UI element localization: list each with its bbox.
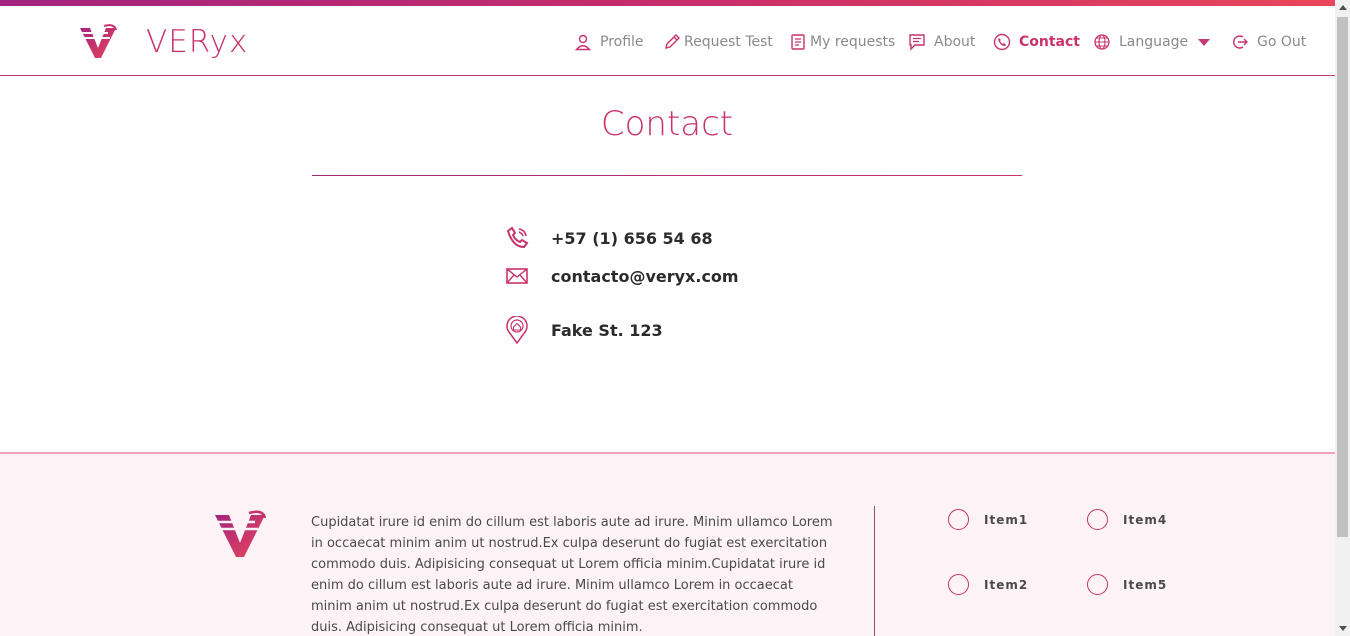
nav-profile-label: Profile <box>600 34 644 50</box>
footer-item-4[interactable]: Item4 <box>1087 509 1167 530</box>
footer-item-label: Item1 <box>984 512 1029 527</box>
nav-go-out[interactable]: Go Out <box>1231 30 1306 54</box>
pencil-icon <box>665 34 680 49</box>
contact-email: contacto@veryx.com <box>505 264 739 288</box>
chat-icon <box>909 34 925 51</box>
nav-language[interactable]: Language <box>1093 30 1211 54</box>
scrollbar-thumb[interactable] <box>1337 17 1348 537</box>
nav-contact-label: Contact <box>1019 34 1080 50</box>
nav-request-test-label: Request Test <box>684 34 773 50</box>
contact-address: Fake St. 123 <box>505 316 663 344</box>
vertical-scrollbar[interactable] <box>1335 0 1350 636</box>
logout-icon <box>1233 35 1248 49</box>
circle-icon <box>1087 574 1108 595</box>
globe-icon <box>1094 34 1110 50</box>
mail-icon <box>506 268 528 284</box>
contact-phone-text[interactable]: +57 (1) 656 54 68 <box>551 229 713 248</box>
veryx-logo-icon <box>215 510 267 557</box>
nav-about-label: About <box>934 34 976 50</box>
phone-icon <box>993 33 1011 51</box>
nav-profile[interactable]: Profile <box>574 30 644 54</box>
footer: Cupidatat irure id enim do cillum est la… <box>0 452 1335 636</box>
nav-about[interactable]: About <box>908 30 975 54</box>
footer-item-label: Item4 <box>1123 512 1168 527</box>
circle-icon <box>948 574 969 595</box>
title-divider <box>312 175 1022 176</box>
phone-icon <box>506 226 529 249</box>
footer-item-1[interactable]: Item1 <box>948 509 1028 530</box>
contact-phone: +57 (1) 656 54 68 <box>505 226 713 250</box>
nav-language-label: Language <box>1119 34 1189 50</box>
page-title: Contact <box>600 104 734 144</box>
circle-icon <box>1087 509 1108 530</box>
veryx-logo-icon[interactable] <box>78 24 118 60</box>
nav-request-test[interactable]: Request Test <box>663 30 773 54</box>
contact-email-text[interactable]: contacto@veryx.com <box>551 267 739 286</box>
scroll-up-icon[interactable] <box>1339 5 1347 10</box>
header: VERyx Profile Request Test My requests A… <box>0 6 1335 76</box>
brand-name[interactable]: VERyx <box>146 24 248 60</box>
location-icon <box>506 316 528 344</box>
requests-icon <box>791 34 805 50</box>
scroll-down-icon[interactable] <box>1339 626 1347 631</box>
circle-icon <box>948 509 969 530</box>
contact-address-text: Fake St. 123 <box>551 320 663 340</box>
footer-item-label: Item2 <box>984 577 1029 592</box>
nav-contact[interactable]: Contact <box>993 30 1080 54</box>
footer-item-2[interactable]: Item2 <box>948 574 1028 595</box>
footer-description: Cupidatat irure id enim do cillum est la… <box>311 515 833 635</box>
footer-item-label: Item5 <box>1123 577 1168 592</box>
footer-item-5[interactable]: Item5 <box>1087 574 1167 595</box>
nav-my-requests[interactable]: My requests <box>789 30 895 54</box>
user-icon <box>574 34 592 51</box>
chevron-down-icon <box>1198 38 1211 46</box>
footer-divider <box>874 506 875 636</box>
nav-go-out-label: Go Out <box>1257 34 1307 50</box>
nav-my-requests-label: My requests <box>810 34 896 50</box>
